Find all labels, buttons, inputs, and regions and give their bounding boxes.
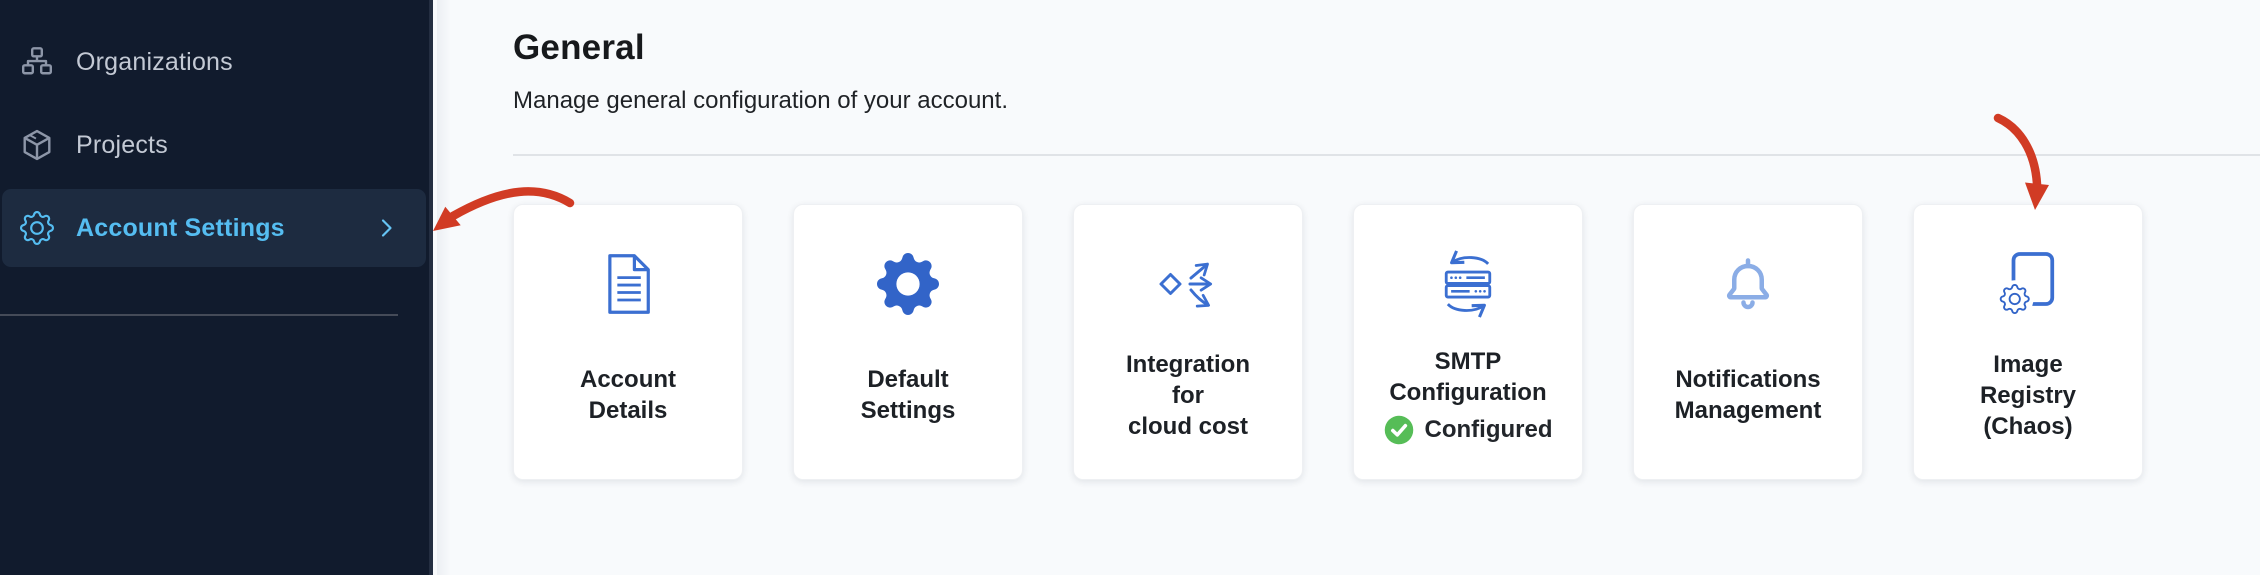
header-divider <box>513 154 2260 156</box>
card-title: SMTP Configuration <box>1389 346 1546 408</box>
card-default-settings[interactable]: Default Settings <box>793 204 1023 480</box>
sidebar-item-label: Organizations <box>76 48 233 77</box>
sidebar-item-label: Account Settings <box>76 214 285 243</box>
card-title: Image Registry (Chaos) <box>1980 349 2076 442</box>
gear-icon <box>877 241 939 327</box>
cube-icon <box>19 127 55 163</box>
sidebar-item-projects[interactable]: Projects <box>2 106 426 184</box>
registry-gear-icon <box>1997 241 2060 327</box>
status-label: Configured <box>1425 416 1553 444</box>
card-image-registry-chaos[interactable]: Image Registry (Chaos) <box>1913 204 2143 480</box>
org-chart-icon <box>19 44 55 80</box>
card-notifications-management[interactable]: Notifications Management <box>1633 204 1863 480</box>
page-subtitle: Manage general configuration of your acc… <box>513 87 2260 115</box>
main-content: General Manage general configuration of … <box>437 0 2260 575</box>
sidebar-nav-list: Organizations Projects Account Settings <box>0 0 429 267</box>
card-title: Notifications Management <box>1675 364 1822 426</box>
sidebar-item-label: Projects <box>76 131 168 160</box>
gear-icon <box>19 210 55 246</box>
sidebar-divider <box>0 314 398 316</box>
status-badge: Configured <box>1384 415 1553 445</box>
card-title: Default Settings <box>861 364 956 426</box>
card-integration-cloud-cost[interactable]: Integration for cloud cost <box>1073 204 1303 480</box>
branch-arrows-icon <box>1150 241 1226 327</box>
card-smtp-configuration[interactable]: SMTP Configuration Configured <box>1353 204 1583 480</box>
sidebar-item-account-settings[interactable]: Account Settings <box>2 189 426 267</box>
bell-icon <box>1718 241 1778 327</box>
card-title: Integration for cloud cost <box>1126 349 1250 442</box>
check-circle-icon <box>1384 415 1414 445</box>
sidebar: Organizations Projects Account Settings <box>0 0 433 575</box>
card-title: Account Details <box>580 364 676 426</box>
sidebar-item-organizations[interactable]: Organizations <box>2 23 426 101</box>
card-account-details[interactable]: Account Details <box>513 204 743 480</box>
server-sync-icon <box>1431 241 1505 327</box>
document-icon <box>601 241 655 327</box>
page-title: General <box>513 28 2260 68</box>
settings-cards-grid: Account Details Default Settings <box>513 204 2260 480</box>
chevron-right-icon <box>376 217 398 239</box>
